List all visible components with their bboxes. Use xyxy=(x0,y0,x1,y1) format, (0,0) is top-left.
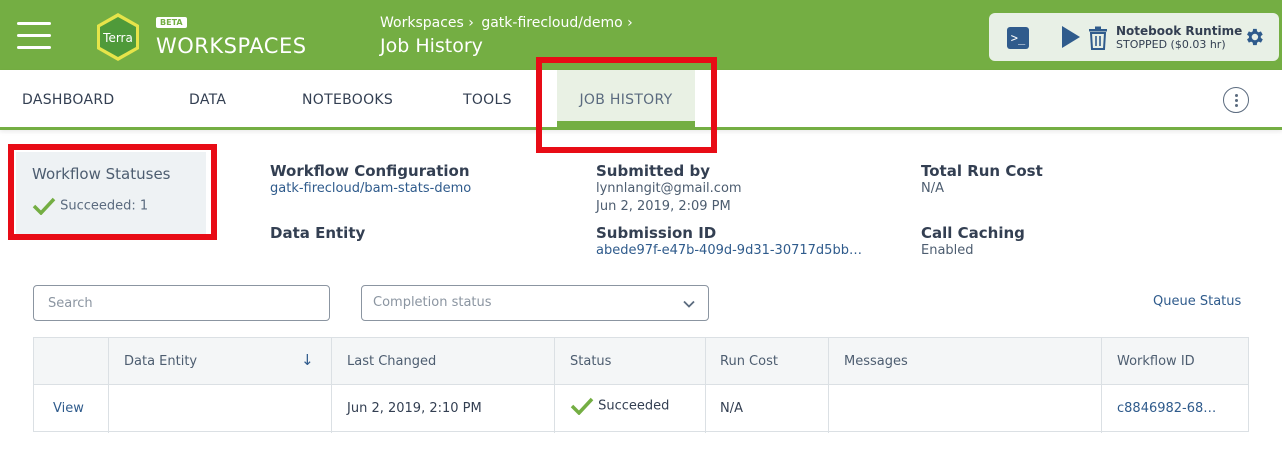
breadcrumb-workspace[interactable]: gatk-firecloud/demo › xyxy=(481,15,632,31)
submitted-by-email: lynnlangit@gmail.com xyxy=(596,181,742,196)
total-run-cost-label: Total Run Cost xyxy=(921,162,1043,180)
chevron-down-icon xyxy=(683,300,695,308)
tab-job-history[interactable]: JOB HISTORY xyxy=(557,70,695,127)
search-input[interactable] xyxy=(33,285,330,321)
column-header-run-cost[interactable]: Run Cost xyxy=(720,354,778,369)
workflow-config-link[interactable]: gatk-firecloud/bam-stats-demo xyxy=(270,181,471,196)
gear-icon[interactable] xyxy=(1243,26,1265,48)
column-header-last-changed[interactable]: Last Changed xyxy=(347,354,436,369)
data-entity-label: Data Entity xyxy=(270,224,366,242)
app-header: Terra BETA WORKSPACES Workspaces › gatk-… xyxy=(0,0,1282,70)
breadcrumb: Workspaces › gatk-firecloud/demo › xyxy=(380,15,636,31)
table-header xyxy=(34,338,1248,385)
queue-status-link[interactable]: Queue Status xyxy=(1153,294,1241,309)
workflow-config-label: Workflow Configuration xyxy=(270,162,470,180)
submitted-by-label: Submitted by xyxy=(596,162,710,180)
tab-dashboard[interactable]: DASHBOARD xyxy=(22,92,114,108)
cell-last-changed: Jun 2, 2019, 2:10 PM xyxy=(347,401,482,416)
runtime-status: STOPPED ($0.03 hr) xyxy=(1116,38,1226,51)
trash-icon[interactable] xyxy=(1088,26,1108,50)
call-caching-value: Enabled xyxy=(921,243,974,258)
breadcrumb-workspaces[interactable]: Workspaces › xyxy=(380,15,474,31)
submitted-date: Jun 2, 2019, 2:09 PM xyxy=(596,199,731,214)
check-icon xyxy=(32,197,56,215)
brand-title[interactable]: WORKSPACES xyxy=(156,34,307,58)
more-options-icon[interactable] xyxy=(1223,87,1249,113)
workflow-id-link[interactable]: c8846982-68… xyxy=(1117,401,1216,416)
page-title: Job History xyxy=(380,35,483,57)
notebook-runtime-panel: >_ Notebook Runtime STOPPED ($0.03 hr) xyxy=(989,13,1279,61)
column-header-workflow-id[interactable]: Workflow ID xyxy=(1117,354,1195,369)
cell-status: Succeeded xyxy=(570,397,669,415)
submission-id-label: Submission ID xyxy=(596,224,717,242)
workflows-table: Data Entity ↓ Last Changed Status Run Co… xyxy=(33,337,1249,433)
tab-data[interactable]: DATA xyxy=(189,92,226,108)
beta-badge: BETA xyxy=(156,17,187,28)
logo-text: Terra xyxy=(102,31,133,45)
runtime-title: Notebook Runtime xyxy=(1116,24,1243,38)
completion-status-placeholder: Completion status xyxy=(373,295,492,310)
column-header-status[interactable]: Status xyxy=(570,354,611,369)
completion-status-select[interactable]: Completion status xyxy=(361,285,709,321)
workflow-statuses-title: Workflow Statuses xyxy=(32,165,171,183)
cell-run-cost: N/A xyxy=(720,401,743,416)
tab-tools[interactable]: TOOLS xyxy=(463,92,512,108)
call-caching-label: Call Caching xyxy=(921,224,1025,242)
sort-arrow-icon[interactable]: ↓ xyxy=(301,351,314,369)
check-icon xyxy=(570,397,594,415)
terra-logo[interactable]: Terra xyxy=(93,12,143,62)
succeeded-count: Succeeded: 1 xyxy=(32,197,148,215)
tab-bar: DASHBOARD DATA NOTEBOOKS TOOLS JOB HISTO… xyxy=(0,70,1282,130)
menu-icon[interactable] xyxy=(17,22,51,50)
submission-id-link[interactable]: abede97f-e47b-409d-9d31-30717d5bb… xyxy=(596,243,862,258)
view-link[interactable]: View xyxy=(53,401,84,416)
column-header-messages[interactable]: Messages xyxy=(844,354,908,369)
terminal-icon[interactable]: >_ xyxy=(1007,27,1029,49)
succeeded-text: Succeeded: 1 xyxy=(60,198,149,214)
play-icon[interactable] xyxy=(1062,26,1080,48)
column-header-data-entity[interactable]: Data Entity xyxy=(124,354,197,369)
tab-notebooks[interactable]: NOTEBOOKS xyxy=(302,92,393,108)
status-text: Succeeded xyxy=(598,398,670,414)
total-run-cost-value: N/A xyxy=(921,181,944,196)
